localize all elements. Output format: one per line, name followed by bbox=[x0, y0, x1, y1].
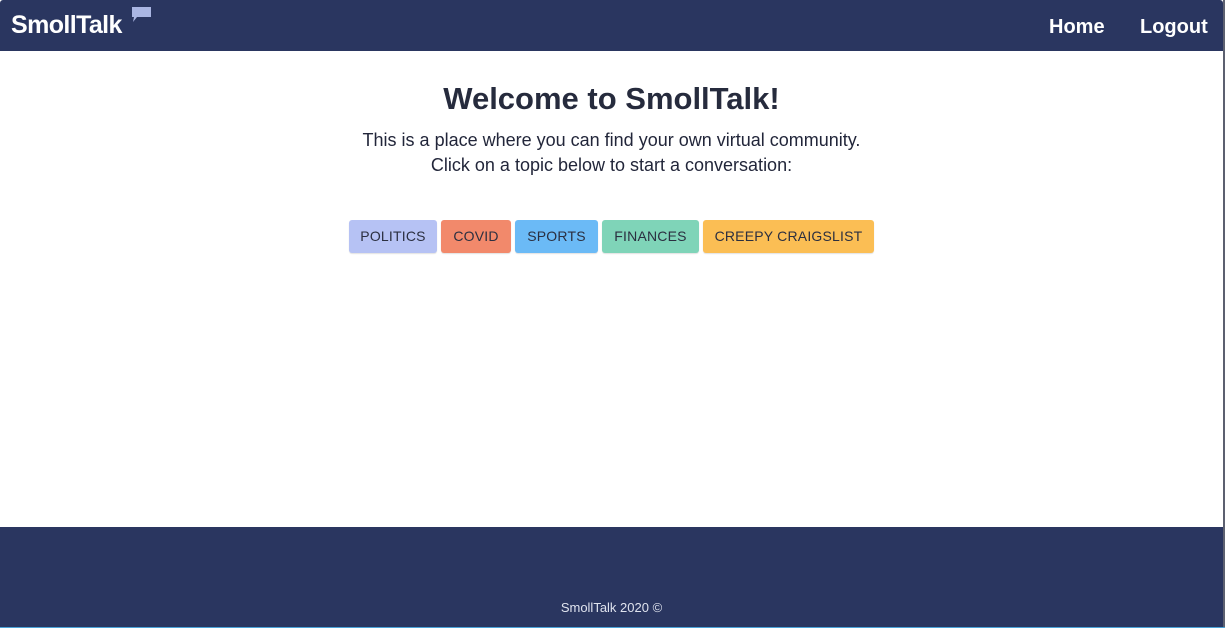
topic-sports-button[interactable]: SPORTS bbox=[515, 220, 598, 253]
intro-line-2: Click on a topic below to start a conver… bbox=[430, 155, 793, 175]
topic-covid-button[interactable]: COVID bbox=[441, 220, 511, 253]
main-content: Welcome to SmollTalk! This is a place wh… bbox=[0, 51, 1223, 527]
intro-text: This is a place where you can find your … bbox=[0, 128, 1223, 178]
brand-logo[interactable]: SmollTalk bbox=[11, 12, 122, 39]
topic-finances-button[interactable]: FINANCES bbox=[602, 220, 699, 253]
nav-logout-link[interactable]: Logout bbox=[1140, 16, 1208, 38]
top-navbar: SmollTalk Home Logout bbox=[0, 0, 1223, 51]
topic-buttons: POLITICS COVID SPORTS FINANCES CREEPY CR… bbox=[0, 220, 1223, 254]
topic-creepy-craigslist-button[interactable]: CREEPY CRAIGSLIST bbox=[703, 220, 874, 253]
speech-bubble-icon bbox=[132, 7, 151, 22]
intro-line-1: This is a place where you can find your … bbox=[362, 130, 861, 150]
footer-copyright: SmollTalk 2020 © bbox=[560, 600, 663, 615]
page-title: Welcome to SmollTalk! bbox=[443, 81, 780, 116]
topic-politics-button[interactable]: POLITICS bbox=[349, 220, 437, 253]
footer: SmollTalk 2020 © bbox=[0, 527, 1223, 628]
nav-home-link[interactable]: Home bbox=[1049, 16, 1105, 38]
